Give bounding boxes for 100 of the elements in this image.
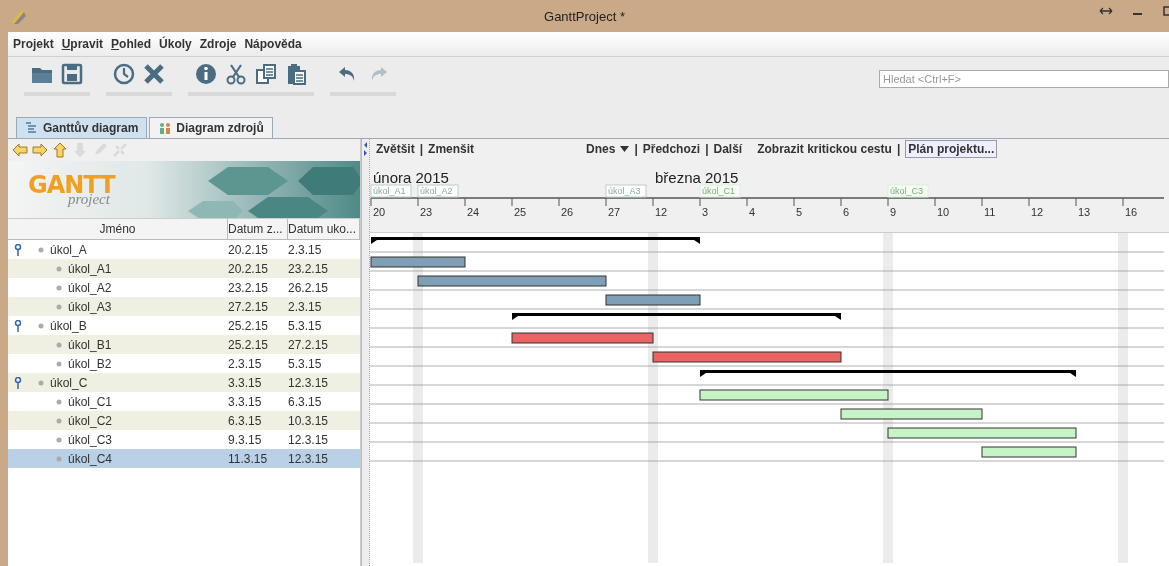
menu-item[interactable]: Upravit — [60, 35, 105, 53]
menu-item[interactable]: Projekt — [12, 35, 55, 53]
task-name: úkol_C — [50, 375, 88, 390]
collapse-arrows-icon[interactable] — [363, 141, 368, 157]
separator: | — [419, 142, 424, 156]
day-label: 10 — [937, 206, 950, 218]
bullet-icon — [56, 360, 62, 367]
day-label: 6 — [843, 206, 850, 218]
info-button[interactable] — [194, 62, 218, 86]
summary-bar[interactable] — [371, 237, 700, 244]
bullet-icon — [38, 322, 44, 329]
task-name: úkol_C1 — [68, 394, 113, 409]
link[interactable]: Zmenšit — [428, 142, 475, 156]
tab[interactable]: Diagram zdrojů — [149, 117, 273, 138]
task-tag: úkol_C3 — [887, 184, 929, 198]
task-tag: úkol_C1 — [699, 184, 741, 198]
table-cell-text: 2.3.15 — [228, 356, 263, 371]
bullet-icon — [56, 398, 62, 405]
table-cell-text: 5.3.15 — [288, 356, 323, 371]
day-label: 24 — [467, 206, 480, 218]
menu-item[interactable]: Pohled — [110, 35, 153, 53]
column-header[interactable]: Datum uko... — [288, 219, 360, 239]
link[interactable]: Zvětšit — [376, 142, 415, 156]
table-cell-text: 6.3.15 — [288, 394, 323, 409]
caret-icon[interactable] — [620, 146, 630, 152]
table-cell-text: 2.3.15 — [288, 242, 323, 257]
day-label: 12 — [655, 206, 668, 218]
day-label: 20 — [373, 206, 386, 218]
link[interactable]: Zobrazit kritickou cestu — [757, 142, 892, 156]
month-label: února 2015 — [373, 169, 449, 186]
task-tag: úkol_A3 — [605, 184, 647, 198]
day-label: 3 — [702, 206, 709, 218]
table-cell-text: 25.2.15 — [228, 318, 270, 333]
scissors-button[interactable] — [224, 62, 248, 86]
menu-item[interactable]: Nápověda — [243, 35, 303, 53]
day-label: 13 — [1078, 206, 1091, 218]
separator: | — [896, 142, 901, 156]
menu-item[interactable]: Úkoly — [158, 35, 193, 53]
bullet-icon — [56, 455, 62, 462]
up-arrow-icon[interactable] — [52, 142, 68, 158]
task-bar[interactable] — [887, 427, 1077, 439]
table-cell-text: 23.2.15 — [228, 280, 270, 295]
task-name: úkol_C4 — [68, 451, 113, 466]
day-label: 5 — [796, 206, 803, 218]
bullet-icon — [56, 341, 62, 348]
table-cell-text: 9.3.15 — [228, 432, 263, 447]
window-title: GanttProject * — [544, 9, 625, 24]
expanded-pin-icon[interactable] — [14, 376, 22, 389]
table-cell-text: 26.2.15 — [288, 280, 330, 295]
dropdown-link[interactable]: Dnes — [586, 142, 616, 156]
tab[interactable]: Ganttův diagram — [16, 117, 148, 138]
table-cell-text: 12.3.15 — [288, 432, 330, 447]
separator: | — [705, 142, 709, 156]
bullet-icon — [38, 379, 44, 386]
table-cell-text: 2.3.15 — [288, 299, 323, 314]
summary-bar[interactable] — [512, 313, 841, 320]
table-cell-text: 12.3.15 — [288, 375, 330, 390]
task-bar[interactable] — [981, 446, 1077, 458]
delete-button[interactable] — [142, 62, 166, 86]
task-bar[interactable] — [699, 389, 889, 401]
summary-bar[interactable] — [700, 370, 1076, 377]
bullet-icon — [56, 303, 62, 310]
table-cell-text: 11.3.15 — [228, 451, 269, 466]
table-cell-text: 12.3.15 — [288, 451, 330, 466]
day-label: 23 — [420, 206, 433, 218]
project-plan-button[interactable]: Plán projektu... — [905, 140, 998, 158]
bullet-icon — [38, 246, 44, 253]
maximize-icon[interactable] — [1163, 6, 1169, 16]
column-header[interactable]: Jméno — [8, 219, 228, 239]
resize-icon[interactable] — [1099, 6, 1113, 16]
copy-icon — [254, 62, 278, 86]
task-name: úkol_B1 — [68, 337, 112, 352]
table-cell-text: 27.2.15 — [228, 299, 270, 314]
clock-icon — [112, 62, 136, 86]
bullet-icon — [56, 284, 62, 291]
day-label: 25 — [514, 206, 527, 218]
column-header[interactable]: Datum z... — [228, 219, 288, 239]
bullet-icon — [56, 265, 62, 272]
day-label: 26 — [561, 206, 574, 218]
day-label: 16 — [1125, 206, 1138, 218]
day-label: 9 — [890, 206, 897, 218]
floppy-disk-button[interactable] — [60, 62, 84, 86]
people-icon — [158, 121, 173, 135]
task-bar[interactable] — [840, 408, 983, 420]
search-field[interactable]: Hledat <Ctrl+F> — [879, 70, 1169, 88]
table-cell-text: 5.3.15 — [288, 318, 323, 333]
task-name: úkol_C2 — [68, 413, 113, 428]
link[interactable]: Další — [713, 142, 743, 156]
table-cell-text: 10.3.15 — [288, 413, 330, 428]
expanded-pin-icon[interactable] — [14, 319, 22, 332]
task-tag: úkol_A2 — [417, 184, 459, 198]
copy-button[interactable] — [254, 62, 278, 86]
clock-button[interactable] — [112, 62, 136, 86]
menu-item[interactable]: Zdroje — [198, 35, 238, 53]
right-arrow-icon[interactable] — [32, 142, 48, 158]
expanded-pin-icon[interactable] — [14, 243, 22, 256]
link[interactable]: Předchozi — [642, 142, 701, 156]
table-cell-text: 23.2.15 — [288, 261, 330, 276]
left-arrow-icon[interactable] — [12, 142, 28, 158]
day-label: 4 — [749, 206, 756, 218]
